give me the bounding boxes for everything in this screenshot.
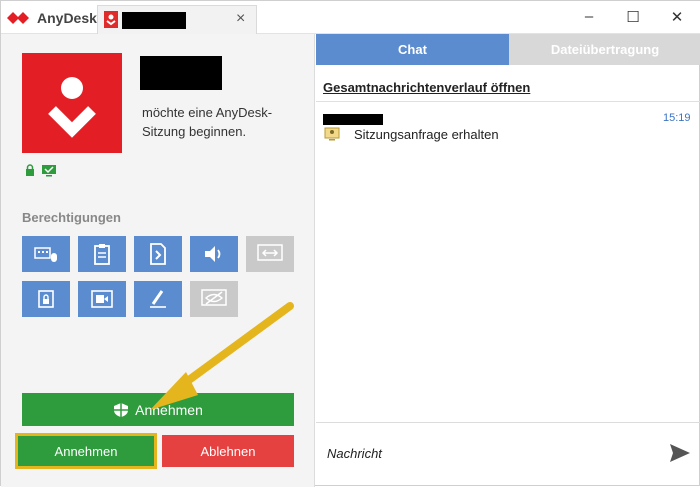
tab-file-transfer[interactable]: Dateiübertragung <box>509 34 700 65</box>
session-request-icon <box>324 127 340 141</box>
request-panel: möchte eine AnyDesk-Sitzung beginnen. Be… <box>1 34 315 487</box>
perm-draw[interactable] <box>134 281 182 317</box>
minimize-button[interactable]: – <box>579 8 599 25</box>
title-bar: AnyDesk × – ☐ ✕ <box>1 1 700 34</box>
brand: AnyDesk <box>7 9 97 27</box>
status-icons <box>25 164 57 177</box>
reject-button[interactable]: Ablehnen <box>162 435 294 467</box>
keyboard-mouse-icon <box>34 247 57 262</box>
app-name: AnyDesk <box>37 10 97 26</box>
tab-chat[interactable]: Chat <box>316 34 509 65</box>
privacy-mode-icon <box>201 289 227 306</box>
lock-account-icon <box>38 290 54 308</box>
message-text: Sitzungsanfrage erhalten <box>354 127 499 142</box>
request-message: möchte eine AnyDesk-Sitzung beginnen. <box>142 105 273 139</box>
send-icon[interactable] <box>669 442 691 464</box>
history-link[interactable]: Gesamtnachrichtenverlauf öffnen <box>323 80 530 95</box>
perm-lock-account[interactable] <box>22 281 70 317</box>
close-button[interactable]: ✕ <box>667 8 687 26</box>
session-tab[interactable]: × <box>97 5 257 34</box>
anydesk-tab-icon <box>104 11 118 28</box>
input-divider <box>316 422 700 423</box>
anydesk-logo-icon <box>7 12 29 24</box>
chat-input[interactable] <box>327 446 627 461</box>
accept-big-label: Annehmen <box>135 401 203 418</box>
perm-keyboard-mouse[interactable] <box>22 236 70 272</box>
record-session-icon <box>91 290 113 308</box>
remote-alias-redacted <box>140 56 222 90</box>
perm-sound[interactable] <box>190 236 238 272</box>
accept-button[interactable]: Annehmen <box>18 436 154 466</box>
draw-icon <box>150 290 166 308</box>
message-sender-redacted <box>323 114 383 125</box>
perm-privacy-mode[interactable] <box>190 281 238 317</box>
maximize-button[interactable]: ☐ <box>623 8 643 26</box>
file-manager-icon <box>150 243 166 265</box>
perm-record-session[interactable] <box>78 281 126 317</box>
anydesk-user-icon <box>48 77 96 138</box>
permissions-title: Berechtigungen <box>22 210 121 225</box>
accept-button-highlight: Annehmen <box>15 433 157 469</box>
tab-close-icon[interactable]: × <box>236 10 245 28</box>
lock-icon <box>26 164 34 176</box>
tab-title-redacted <box>122 12 186 29</box>
avatar <box>22 53 122 153</box>
clipboard-icon <box>94 244 110 265</box>
perm-clipboard[interactable] <box>78 236 126 272</box>
message-time: 15:19 <box>663 112 691 124</box>
anydesk-window: AnyDesk × – ☐ ✕ möchte eine AnyDesk-Sitz… <box>0 0 700 487</box>
divider <box>316 101 700 102</box>
perm-file-manager[interactable] <box>134 236 182 272</box>
sound-icon <box>205 246 221 262</box>
shield-icon <box>114 402 129 417</box>
accept-big-button[interactable]: Annehmen <box>22 393 294 426</box>
control-switch-icon <box>257 244 283 261</box>
verified-screen-icon <box>42 165 56 177</box>
perm-control-switch[interactable] <box>246 236 294 272</box>
